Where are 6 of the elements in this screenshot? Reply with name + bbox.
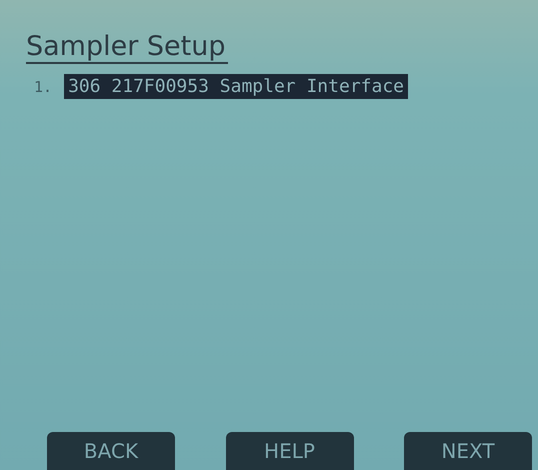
item-number: 1.: [34, 78, 52, 96]
soft-key-button[interactable]: HELP: [226, 432, 354, 470]
menu-item[interactable]: 306 217F00953 Sampler Interface: [64, 74, 408, 99]
soft-key-button[interactable]: BACK: [47, 432, 175, 470]
screen-title: Sampler Setup: [26, 32, 228, 64]
soft-key-button[interactable]: NEXT: [404, 432, 532, 470]
